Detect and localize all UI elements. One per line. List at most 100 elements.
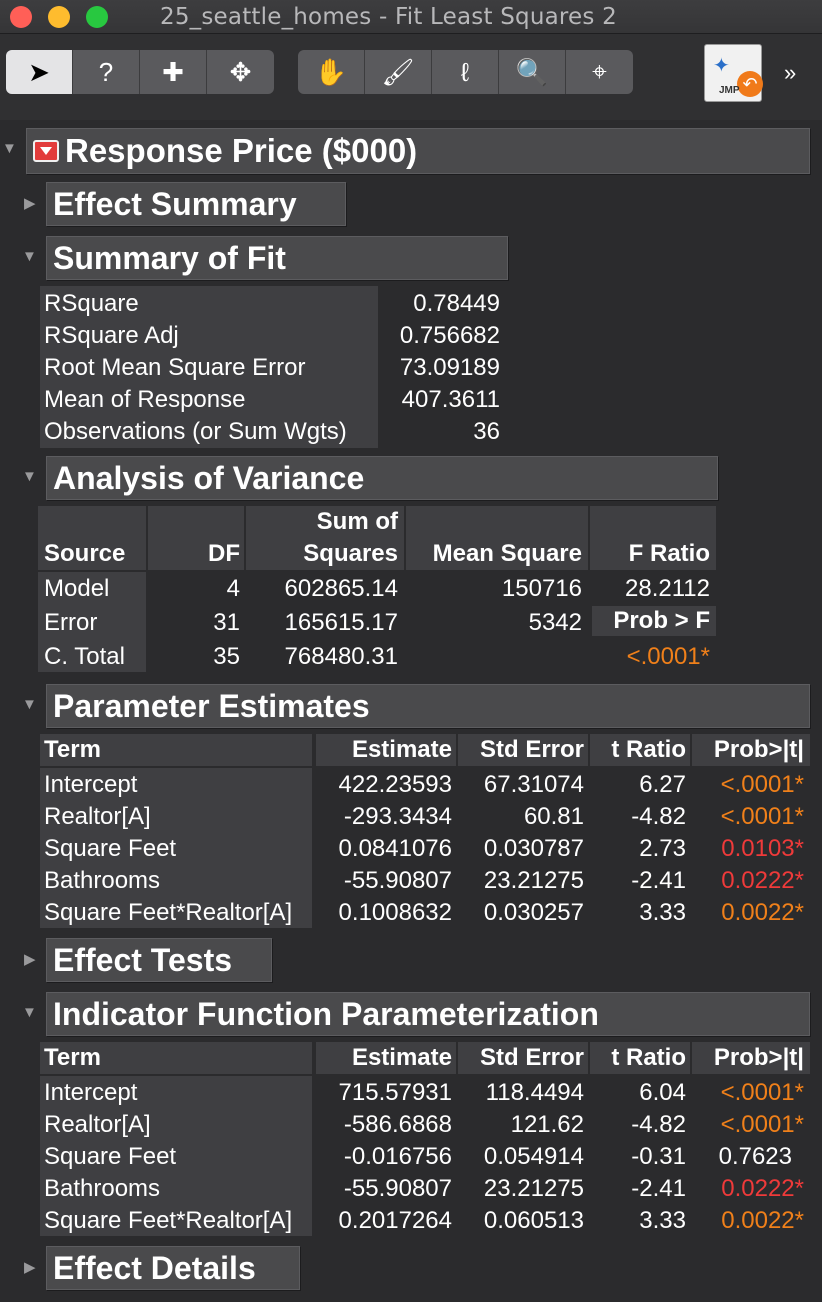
term-name: Bathrooms [44,1175,161,1202]
fit-value: 73.09189 [399,354,500,381]
disclosure-open-icon[interactable]: ▼ [22,1004,37,1021]
anova-f-ratio: 28.2112 [625,575,710,602]
term-name: Realtor[A] [44,803,151,830]
term-estimate: 422.23593 [338,771,452,798]
more-tools-button[interactable]: » [784,60,796,86]
column-header-term: Term [44,736,101,763]
minimize-window-button[interactable] [48,6,70,28]
red-triangle-menu-icon[interactable] [33,140,59,162]
close-window-button[interactable] [10,6,32,28]
term-p-value: 0.0222* [721,867,804,894]
anova-source: Error [44,609,98,636]
term-estimate: -293.3434 [343,803,452,830]
anova-ms: 5342 [528,609,582,636]
window-title: 25_seattle_homes - Fit Least Squares 2 [160,4,617,30]
fit-label: Root Mean Square Error [44,354,306,381]
term-t-ratio: 2.73 [639,835,686,862]
toolbar-group-graph-tools: ✋ 🖌 ℓ 🔍 ⌖ [298,50,633,94]
disclosure-open-icon[interactable]: ▼ [22,248,37,265]
response-header: Response Price ($000) [26,128,810,174]
fit-value: 0.78449 [413,290,500,317]
disclosure-open-icon[interactable]: ▼ [22,696,37,713]
term-t-ratio: -0.31 [631,1143,686,1170]
fit-value: 36 [473,418,500,445]
toolbar-group-selection: ➤ ? ✚ ✥ [6,50,274,94]
title-bar: 25_seattle_homes - Fit Least Squares 2 [0,0,822,34]
arrow-tool-icon[interactable]: ➤ [6,50,73,94]
term-t-ratio: -4.82 [631,803,686,830]
term-t-ratio: 3.33 [639,1207,686,1234]
help-tool-icon[interactable]: ? [73,50,140,94]
term-estimate: -55.90807 [343,867,452,894]
term-p-value: <.0001* [720,1111,804,1138]
fit-value: 407.3611 [401,386,500,413]
term-std-error: 23.21275 [483,1175,584,1202]
term-name: Square Feet [44,1143,177,1170]
term-t-ratio: 6.27 [639,771,686,798]
term-estimate: -55.90807 [343,1175,452,1202]
move-tool-icon[interactable]: ✥ [207,50,274,94]
column-header-source: Source [44,540,126,567]
fit-label: Mean of Response [44,386,246,413]
term-p-value: <.0001* [720,1079,804,1106]
column-header-f-ratio: F Ratio [628,540,710,567]
column-header-sum-of: Sum of [316,508,398,535]
response-title: Response Price ($000) [65,132,418,169]
effect-details-header[interactable]: Effect Details [46,1246,300,1290]
zoom-window-button[interactable] [86,6,108,28]
disclosure-closed-icon[interactable]: ▶ [24,194,36,212]
term-name: Realtor[A] [44,1111,151,1138]
column-header-prob-t: Prob>|t| [713,736,804,763]
anova-ss: 165615.17 [284,609,398,636]
return-arrow-icon: ↶ [737,71,763,97]
disclosure-open-icon[interactable]: ▼ [2,140,17,157]
jmp-figure-icon: ✦ [713,55,730,77]
term-estimate: -0.016756 [343,1143,452,1170]
disclosure-closed-icon[interactable]: ▶ [24,1258,36,1276]
magnifier-icon[interactable]: 🔍 [499,50,566,94]
disclosure-closed-icon[interactable]: ▶ [24,950,36,968]
fit-label: RSquare Adj [44,322,179,349]
parameter-estimates-header[interactable]: Parameter Estimates [46,684,810,728]
disclosure-open-icon[interactable]: ▼ [22,468,37,485]
term-estimate: 0.1008632 [338,899,452,926]
term-std-error: 23.21275 [483,867,584,894]
term-t-ratio: 3.33 [639,899,686,926]
anova-ss: 768480.31 [284,643,398,670]
term-estimate: 0.0841076 [338,835,452,862]
jmp-home-icon[interactable]: ✦ ↶ JMP [704,44,763,102]
anova-ss: 602865.14 [284,575,398,602]
term-std-error: 0.030257 [483,899,584,926]
anova-df: 4 [226,575,240,602]
term-p-value: 0.0103* [721,835,804,862]
selection-tool-icon[interactable]: ✚ [140,50,207,94]
effect-summary-header[interactable]: Effect Summary [46,182,346,226]
term-std-error: 0.030787 [483,835,584,862]
column-header-estimate: Estimate [351,1044,452,1071]
term-t-ratio: 6.04 [639,1079,686,1106]
term-std-error: 0.054914 [483,1143,584,1170]
effect-tests-header[interactable]: Effect Tests [46,938,272,982]
lasso-tool-icon[interactable]: ℓ [432,50,499,94]
column-header-t-ratio: t Ratio [611,1044,686,1071]
grabber-hand-icon[interactable]: ✋ [298,50,365,94]
toolbar: ➤ ? ✚ ✥ ✋ 🖌 ℓ 🔍 ⌖ ✦ ↶ JMP » [0,34,822,120]
fit-label: Observations (or Sum Wgts) [44,418,347,445]
column-header-squares: Squares [303,540,398,567]
anova-df: 35 [213,643,240,670]
term-name: Square Feet [44,835,177,862]
column-header-std-error: Std Error [479,1044,584,1071]
brush-tool-icon[interactable]: 🖌 [365,50,432,94]
summary-of-fit-header[interactable]: Summary of Fit [46,236,508,280]
crosshair-tool-icon[interactable]: ⌖ [566,50,633,94]
term-p-value: <.0001* [720,803,804,830]
term-std-error: 0.060513 [483,1207,584,1234]
term-name: Intercept [44,1079,138,1106]
indicator-function-header[interactable]: Indicator Function Parameterization [46,992,810,1036]
column-header-mean-square: Mean Square [432,540,582,567]
anova-df: 31 [213,609,240,636]
prob-f-label: Prob > F [613,607,710,634]
column-header-term: Term [44,1044,101,1071]
column-header-prob-t: Prob>|t| [713,1044,804,1071]
anova-header[interactable]: Analysis of Variance [46,456,718,500]
